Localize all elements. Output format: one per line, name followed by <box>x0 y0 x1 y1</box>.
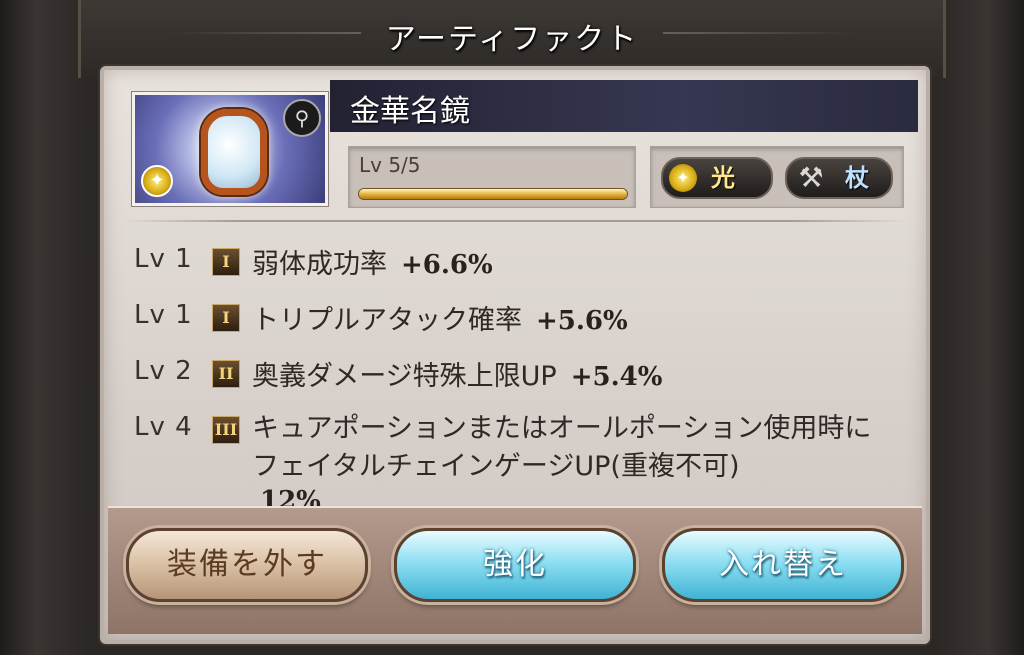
level-box: Lv 5/5 <box>348 146 636 208</box>
weapon-label: 杖 <box>845 164 869 192</box>
light-element-icon: ✦ <box>669 164 697 192</box>
skill-row: Lv 4 III キュアポーションまたはオールポーション使用時にフェイタルチェイ… <box>134 406 906 516</box>
skill-list: Lv 1 I 弱体成功率 +6.6% Lv 1 I トリプルアタック確率 +5.6%… <box>134 238 906 516</box>
skill-row: Lv 1 I 弱体成功率 +6.6% <box>134 238 906 294</box>
skill-value: +6.6% <box>401 250 493 280</box>
artifact-name: 金華名鏡 <box>350 94 470 129</box>
element-tag: ✦ 光 <box>661 157 773 199</box>
rank-badge: I <box>212 304 240 332</box>
skill-row: Lv 1 I トリプルアタック確率 +5.6% <box>134 294 906 350</box>
artifact-thumbnail[interactable]: ✦ ⚲ <box>132 92 328 206</box>
artifact-name-bar: 金華名鏡 <box>330 80 918 132</box>
skill-description: 弱体成功率 +6.6% <box>252 249 493 280</box>
action-bar: 装備を外す 強化 入れ替え <box>108 506 922 634</box>
element-label: 光 <box>711 164 735 192</box>
swap-button[interactable]: 入れ替え <box>662 528 904 602</box>
artifact-detail-panel: ✦ ⚲ 金華名鏡 Lv 5/5 ✦ 光 ⚒ 杖 Lv 1 I 弱体成功率 +6.6… <box>100 66 930 644</box>
skill-description: 奥義ダメージ特殊上限UP +5.4% <box>252 361 663 392</box>
staff-icon: ⚒ <box>798 161 824 194</box>
mirror-icon <box>201 109 267 195</box>
light-element-icon: ✦ <box>141 165 173 197</box>
staff-icon: ⚲ <box>283 99 321 137</box>
rank-badge: I <box>212 248 240 276</box>
skill-value: +5.4% <box>570 362 663 392</box>
level-progress-bar <box>359 189 627 199</box>
attribute-tags: ✦ 光 ⚒ 杖 <box>650 146 904 208</box>
rank-badge: III <box>212 416 240 444</box>
divider <box>124 220 906 222</box>
rank-badge: II <box>212 360 240 388</box>
skill-description: トリプルアタック確率 +5.6% <box>252 305 628 336</box>
skill-description: キュアポーションまたはオールポーション使用時にフェイタルチェインゲージUP(重複… <box>252 413 872 482</box>
skill-row: Lv 2 II 奥義ダメージ特殊上限UP +5.4% <box>134 350 906 406</box>
right-frame <box>934 0 1024 655</box>
skill-level: Lv 1 <box>134 300 193 330</box>
unequip-button[interactable]: 装備を外す <box>126 528 368 602</box>
skill-level: Lv 2 <box>134 356 193 386</box>
page-title: アーティファクト <box>385 22 639 57</box>
skill-value: +5.6% <box>536 306 628 336</box>
skill-level: Lv 1 <box>134 244 193 274</box>
level-text: Lv 5/5 <box>359 153 421 177</box>
upgrade-button[interactable]: 強化 <box>394 528 636 602</box>
left-frame <box>0 0 90 655</box>
skill-level: Lv 4 <box>134 412 193 442</box>
weapon-tag: ⚒ 杖 <box>785 157 893 199</box>
